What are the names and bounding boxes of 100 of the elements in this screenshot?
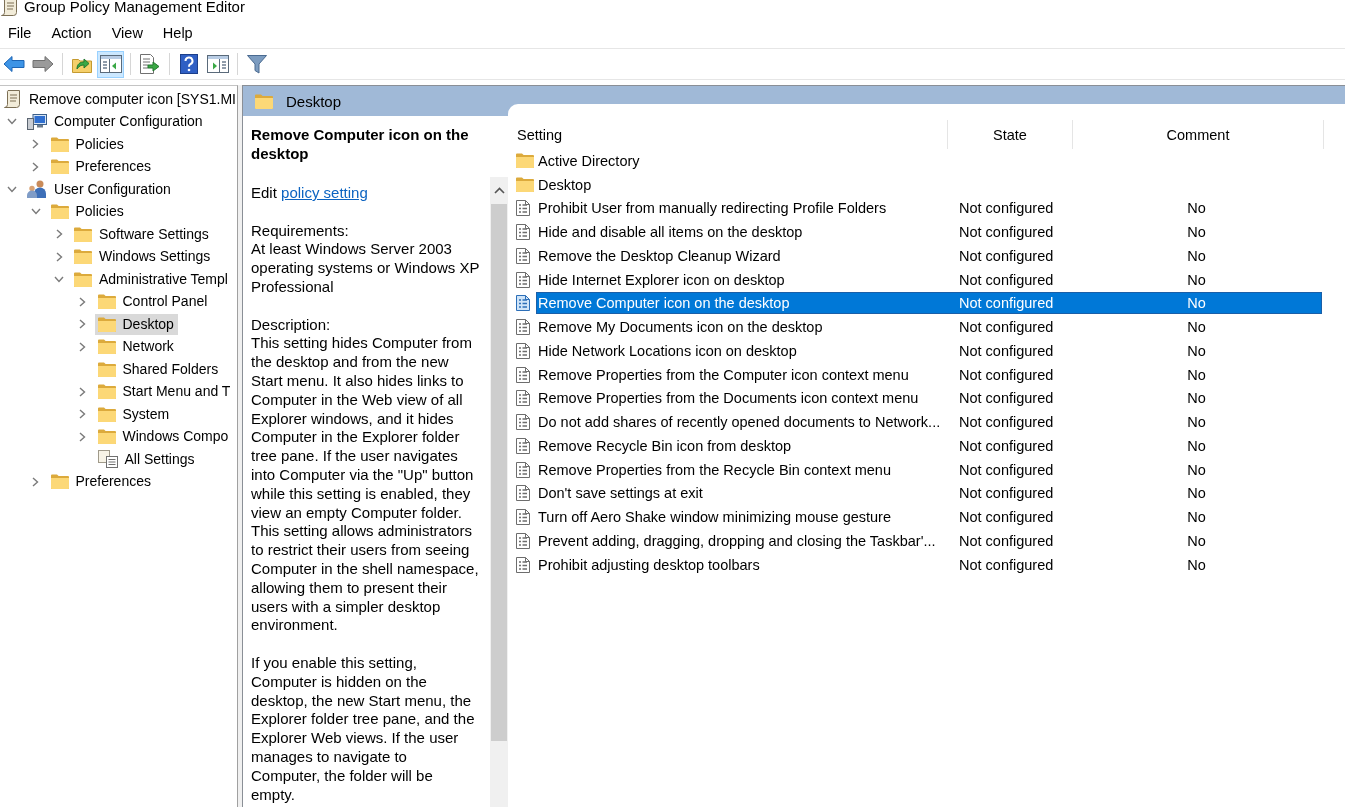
menu-item[interactable]: View [105,21,149,44]
chevron-right-icon[interactable] [79,341,86,352]
chevron-right-icon[interactable] [79,296,86,307]
tree-item[interactable]: Administrative Templ [71,268,232,290]
list-document-icon [516,366,530,383]
list-document-icon [516,319,530,336]
folder-icon [516,153,534,169]
document-icon [1,0,17,16]
requirements-text: At least Windows Server 2003 operating systems or Windows XP Professional [251,240,480,297]
chevron-right-icon[interactable] [79,386,86,397]
list-document-icon [516,200,530,217]
chevron-down-icon[interactable] [7,185,17,193]
comment-cell-text: No [1186,414,1207,431]
table-row[interactable]: Remove Properties from the Recycle Bin context menu Not configured No [536,458,1322,481]
state-cell-text: Not configured [958,342,1055,359]
state-cell-text: Not configured [958,295,1055,312]
chevron-right-icon[interactable] [79,431,86,442]
comment-cell-text: No [1186,461,1207,478]
state-cell-text: Not configured [958,485,1055,502]
chevron-right-icon[interactable] [32,476,39,487]
chevron-right-icon[interactable] [79,319,86,330]
chevron-right-icon[interactable] [79,409,86,420]
comment-cell-text: No [1186,271,1207,288]
table-row[interactable]: Do not add shares of recently opened documents to Network... Not configured No [536,411,1322,434]
table-row[interactable]: Don't save settings at exit Not configured No [536,482,1322,505]
table-row[interactable]: Remove the Desktop Cleanup Wizard Not configured No [536,244,1322,267]
table-row[interactable]: Prohibit adjusting desktop toolbars Not configured No [536,553,1322,576]
setting-name: Hide Internet Explorer icon on desktop [537,271,786,288]
table-row[interactable]: Desktop [536,173,1322,196]
comment-cell-text: No [1186,437,1207,454]
tree-item[interactable]: Software Settings [71,223,213,245]
list-document-icon [516,437,530,454]
chevron-right-icon[interactable] [55,229,63,240]
column-header[interactable]: State [948,120,1073,149]
chevron-right-icon[interactable] [55,251,63,262]
table-row[interactable]: Remove My Documents icon on the desktop Not configured No [536,316,1322,339]
comment-cell-text: No [1186,247,1207,264]
tree-item[interactable]: Remove computer icon [SYS1.MI [1,88,240,111]
scrollbar-thumb[interactable] [491,204,507,741]
table-row[interactable]: Active Directory [536,149,1322,172]
tree-item[interactable]: System [94,403,174,425]
tree-item[interactable]: Windows Compo [94,426,233,448]
list-document-icon [516,224,530,241]
tree-item[interactable]: Preferences [47,156,155,178]
table-row[interactable]: Hide and disable all items on the desktop Not configured No [536,221,1322,244]
tree-item[interactable]: Desktop [94,313,178,335]
table-row[interactable]: Remove Computer icon on the desktop Not configured No [536,292,1322,315]
list-document-icon [516,532,530,549]
filter-icon [246,54,267,74]
table-row[interactable]: Prohibit User from manually redirecting Profile Folders Not configured No [536,197,1322,220]
setting-name: Remove Properties from the Documents icon context menu [537,390,920,407]
table-row[interactable]: Remove Properties from the Computer icon context menu Not configured No [536,363,1322,386]
menu-item[interactable]: File [2,21,38,44]
tree-item[interactable]: User Configuration [24,178,175,201]
table-row[interactable]: Hide Internet Explorer icon on desktop Not configured No [536,268,1322,291]
list-document-icon [516,509,530,526]
policy-setting-link[interactable]: policy setting [281,184,368,201]
setting-name: Hide and disable all items on the desktop [537,224,804,241]
table-row[interactable]: Hide Network Locations icon on desktop Not configured No [536,339,1322,362]
chevron-right-icon[interactable] [32,139,39,150]
column-header[interactable]: Setting [510,120,948,149]
folder-icon [97,361,116,377]
scrollbar[interactable] [490,177,508,807]
tree-item[interactable]: Preferences [47,471,155,493]
tree-item[interactable]: Start Menu and T [94,381,235,403]
comment-cell-text: No [1186,200,1207,217]
folder-icon [50,204,69,220]
menu-item[interactable]: Action [45,21,98,44]
comment-cell-text: No [1186,556,1207,573]
table-row[interactable]: Remove Properties from the Documents icon context menu Not configured No [536,387,1322,410]
folder-arrow-icon [71,55,92,73]
tree-item[interactable]: Control Panel [94,291,212,313]
state-cell-text: Not configured [958,200,1055,217]
comment-cell-text: No [1186,509,1207,526]
table-row[interactable]: Turn off Aero Shake window minimizing mouse gesture Not configured No [536,506,1322,529]
state-cell-text: Not configured [958,224,1055,241]
tree-item[interactable]: Policies [47,201,128,223]
toolbar-button[interactable] [97,50,124,78]
comment-cell-text: No [1186,532,1207,549]
tree-item[interactable]: Shared Folders [94,358,223,380]
comment-cell-text: No [1186,342,1207,359]
setting-name: Don't save settings at exit [537,485,704,502]
tree-item[interactable]: Computer Configuration [24,111,207,133]
tree-item[interactable]: Policies [47,133,128,155]
chevron-right-icon[interactable] [32,161,39,172]
tree-item[interactable]: Windows Settings [71,246,215,268]
column-header[interactable]: Comment [1073,120,1324,149]
tree-item[interactable]: All Settings [94,448,199,471]
table-row[interactable]: Remove Recycle Bin icon from desktop Not configured No [536,434,1322,457]
chevron-down-icon[interactable] [30,208,41,216]
menu-item[interactable]: Help [156,21,199,44]
chevron-up-icon[interactable] [493,187,505,194]
folder-icon [97,339,116,355]
tree-item[interactable]: Network [94,336,178,358]
window-title: Group Policy Management Editor [24,0,245,14]
table-row[interactable]: Prevent adding, dragging, dropping and closing the Taskbar'... Not configured No [536,529,1322,552]
state-cell-text: Not configured [958,319,1055,336]
chevron-down-icon[interactable] [7,118,17,126]
chevron-down-icon[interactable] [54,275,64,283]
setting-name: Prohibit adjusting desktop toolbars [537,556,761,573]
